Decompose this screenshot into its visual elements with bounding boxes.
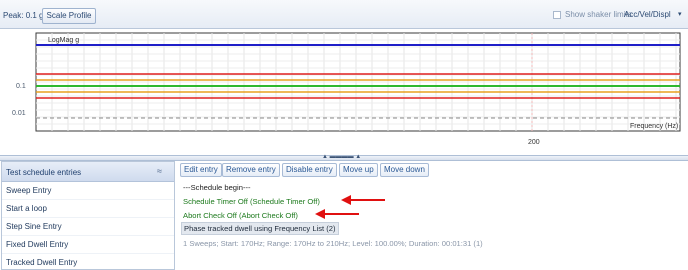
phase-tracked-dwell-line[interactable]: Phase tracked dwell using Frequency List… [181,222,339,235]
chart-area: LogMag g Frequency (Hz) 200 0.1 0.01 [0,29,688,155]
x-tick-200: 200 [528,139,540,146]
schedule-editor-panel: Edit entry Remove entry Disable entry Mo… [178,161,688,270]
y-tick-0-1: 0.1 [16,83,26,90]
peak-label: Peak: [3,11,24,20]
top-toolbar: Peak: 0.1 g Scale Profile Show shaker li… [0,0,688,29]
schedule-begin-line[interactable]: ---Schedule begin--- [183,183,251,192]
entry-step-sine[interactable]: Step Sine Entry [2,218,174,236]
shaker-limits-label: Show shaker limits [565,10,632,19]
annotation-arrow-2 [315,209,359,219]
chart-svg: LogMag g Frequency (Hz) 200 [35,32,681,146]
entry-sweep[interactable]: Sweep Entry [2,182,174,200]
entry-fixed-dwell[interactable]: Fixed Dwell Entry [2,236,174,254]
schedule-timer-line[interactable]: Schedule Timer Off (Schedule Timer Off) [183,197,320,206]
scale-profile-button[interactable]: Scale Profile [42,8,96,24]
panel-title: Test schedule entries [6,168,82,177]
disable-entry-button[interactable]: Disable entry [282,163,337,177]
y-tick-0-01: 0.01 [12,110,26,117]
abort-check-line[interactable]: Abort Check Off (Abort Check Off) [183,211,298,220]
splitter-grip-icon[interactable]: ▲ ▬▬▬▬ ▲ [322,154,361,160]
panel-header: Test schedule entries ≈ [2,162,174,182]
legend-label: LogMag g [48,37,79,44]
test-schedule-entries-panel: Test schedule entries ≈ Sweep Entry Star… [1,161,175,270]
sweep-details-line[interactable]: 1 Sweeps; Start: 170Hz; Range: 170Hz to … [183,239,483,248]
edit-entry-button[interactable]: Edit entry [180,163,222,177]
collapse-icon[interactable]: ≈ [157,166,162,176]
entry-start-loop[interactable]: Start a loop [2,200,174,218]
move-up-button[interactable]: Move up [339,163,378,177]
move-down-button[interactable]: Move down [380,163,429,177]
peak-readout: Peak: 0.1 g [3,11,44,20]
chevron-down-icon: ▾ [678,11,682,18]
shaker-limits-checkbox[interactable] [553,10,561,19]
annotation-arrow-1 [341,195,385,205]
entry-tracked-dwell[interactable]: Tracked Dwell Entry [2,254,174,270]
remove-entry-button[interactable]: Remove entry [222,163,280,177]
x-axis-label: Frequency (Hz) [630,123,678,130]
peak-value: 0.1 g [25,11,44,20]
show-shaker-limits-toggle[interactable]: Show shaker limits [553,10,632,19]
display-mode-value: Acc/Vel/Displ [624,10,671,19]
display-mode-select[interactable]: Acc/Vel/Displ ▾ [624,10,682,19]
